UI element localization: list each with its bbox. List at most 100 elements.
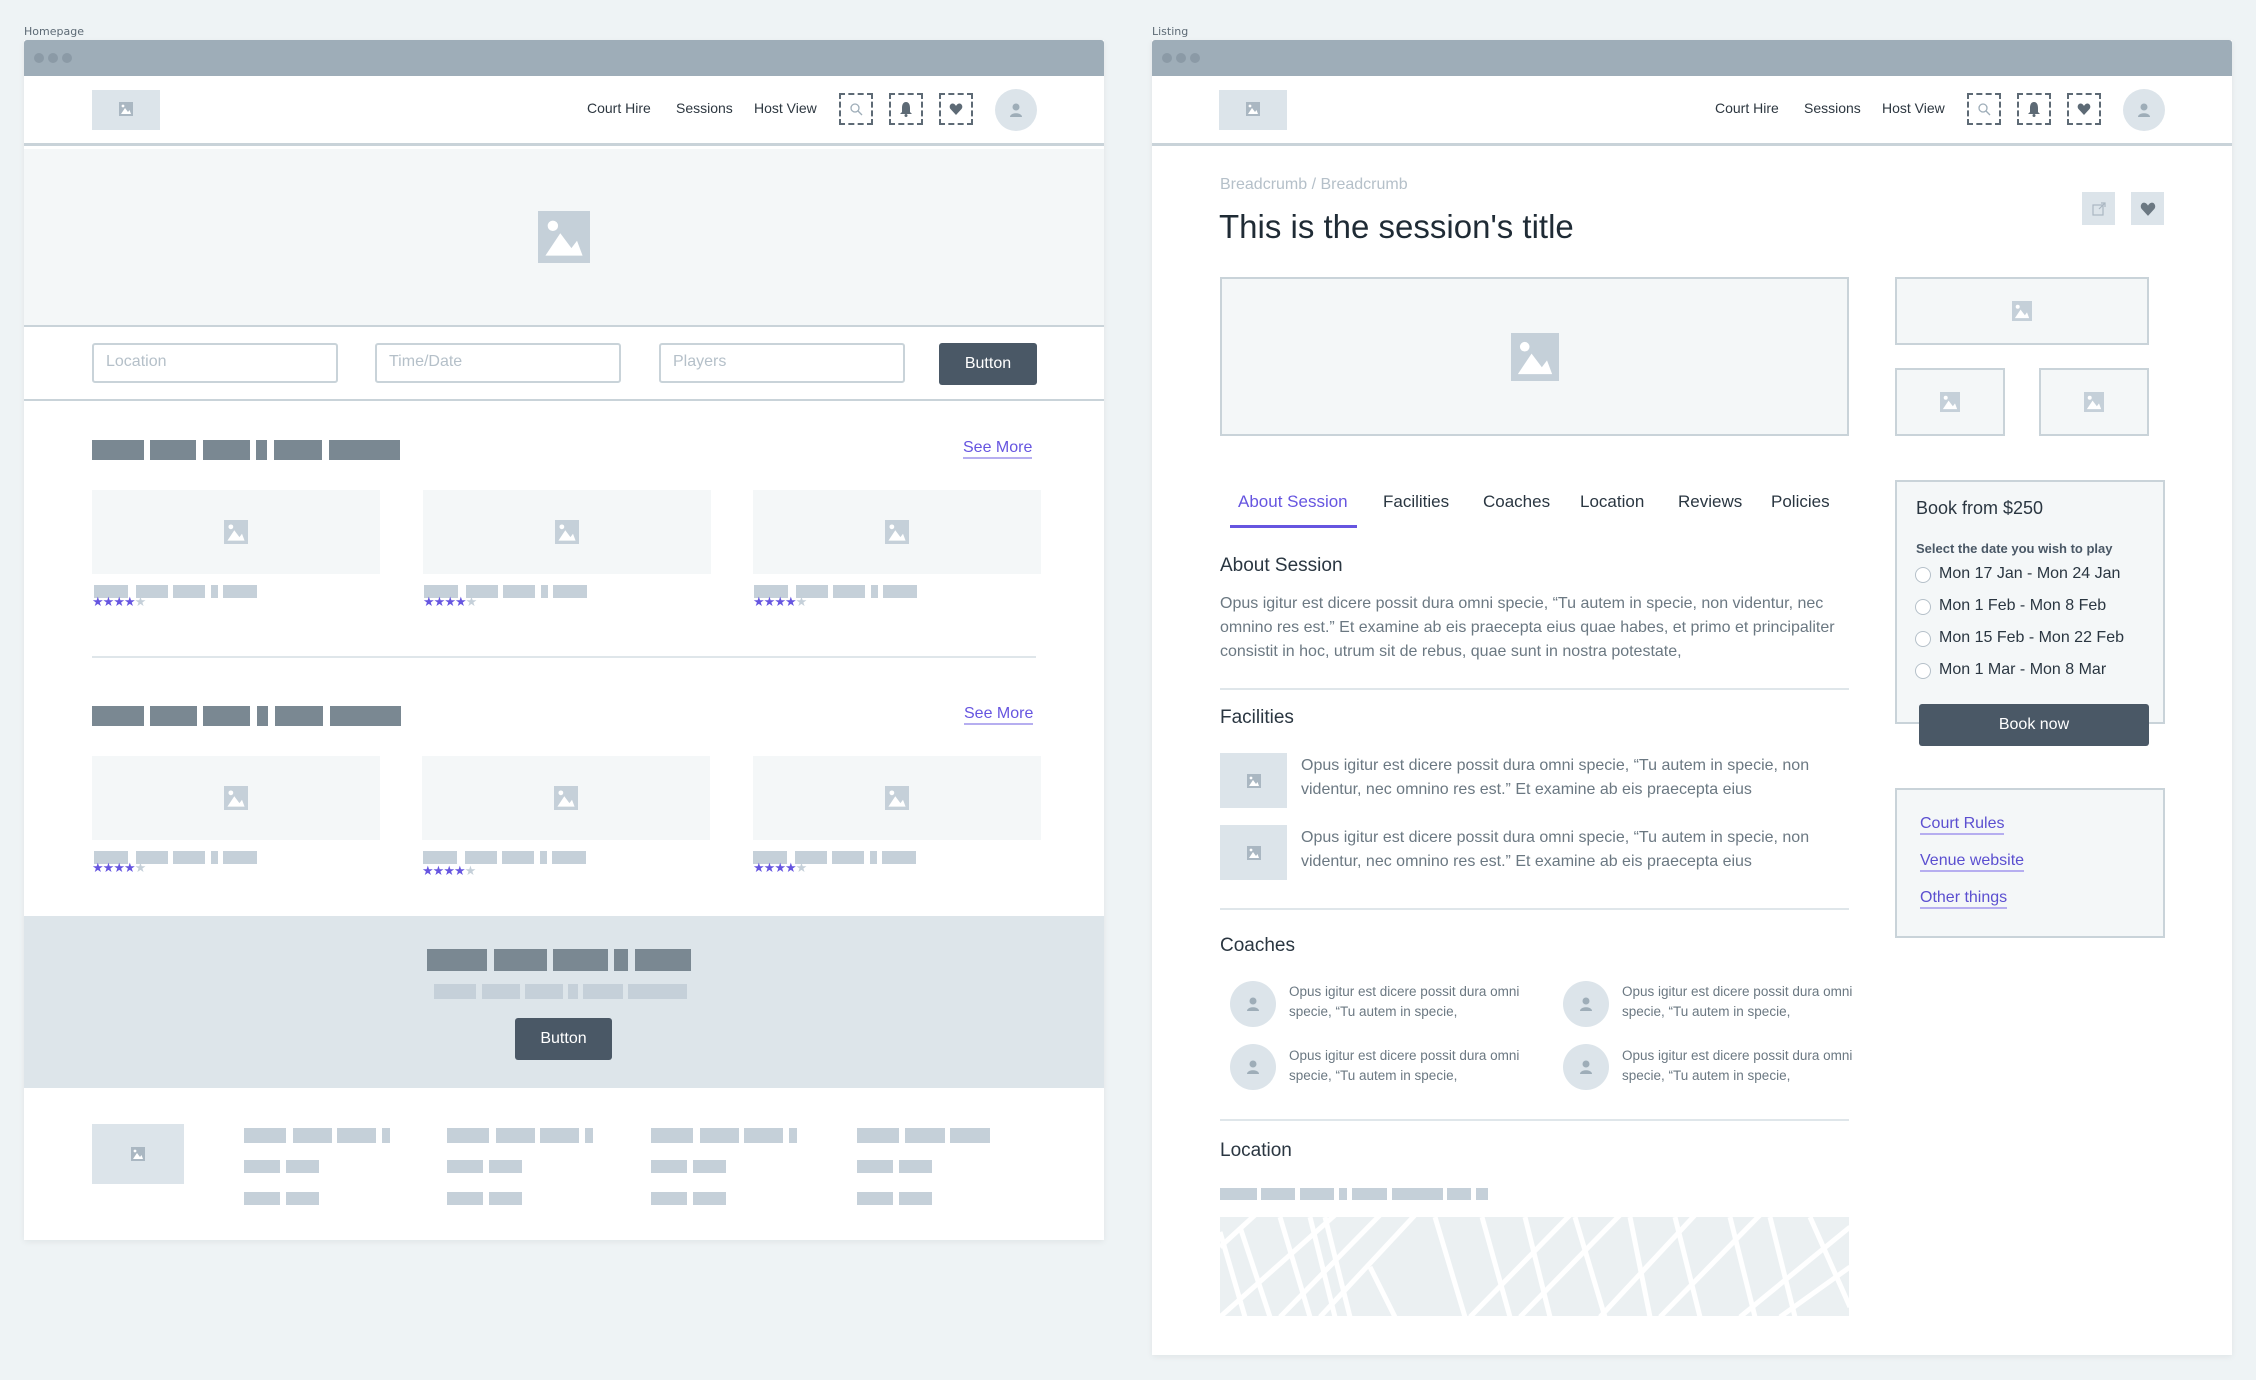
heart-icon[interactable]: [2067, 93, 2101, 125]
tab-coaches[interactable]: Coaches: [1483, 492, 1550, 512]
user-icon: [1247, 997, 1259, 1011]
facility-image: [1220, 753, 1287, 808]
image-icon: [538, 211, 590, 263]
bell-icon[interactable]: [2017, 93, 2051, 125]
date-option-label[interactable]: Mon 17 Jan - Mon 24 Jan: [1939, 565, 2120, 583]
venue-website-link[interactable]: Venue website: [1920, 852, 2025, 872]
homepage-frame: Court Hire Sessions Host View Location T…: [24, 40, 1104, 1240]
location-map[interactable]: [1220, 1217, 1849, 1316]
other-things-link[interactable]: Other things: [1920, 889, 2008, 909]
nav-sessions[interactable]: Sessions: [1804, 100, 1861, 116]
star-filled-icon: ★: [433, 595, 446, 610]
star-empty-icon: ★: [465, 595, 478, 610]
see-more-link[interactable]: See More: [963, 439, 1033, 459]
nav-court-hire[interactable]: Court Hire: [587, 100, 651, 116]
map-streets: [1220, 1217, 1849, 1316]
players-input[interactable]: Players: [659, 343, 905, 383]
coach-avatar[interactable]: [1230, 1044, 1276, 1090]
card-image[interactable]: [423, 490, 711, 574]
section-divider: [1220, 908, 1849, 910]
breadcrumb[interactable]: Breadcrumb / Breadcrumb: [1220, 176, 1408, 194]
date-radio[interactable]: [1915, 567, 1931, 583]
see-more-link[interactable]: See More: [964, 705, 1034, 725]
star-filled-icon: ★: [422, 864, 434, 879]
tab-location[interactable]: Location: [1580, 492, 1644, 512]
gallery-image[interactable]: [1895, 368, 2005, 436]
coach-avatar[interactable]: [1230, 981, 1276, 1027]
date-radio[interactable]: [1915, 599, 1931, 615]
star-filled-icon: ★: [423, 595, 435, 610]
star-rating: ★★★★★: [753, 861, 807, 876]
tab-policies[interactable]: Policies: [1771, 492, 1830, 512]
footer: [24, 1088, 1104, 1240]
tab-reviews[interactable]: Reviews: [1678, 492, 1742, 512]
bell-icon[interactable]: [889, 93, 923, 125]
user-icon: [1580, 1060, 1592, 1074]
star-filled-icon: ★: [113, 861, 125, 876]
about-text: Opus igitur est dicere possit dura omni …: [1220, 595, 1835, 660]
user-avatar[interactable]: [2123, 89, 2165, 131]
star-empty-icon: ★: [464, 864, 477, 879]
window-dot: [48, 53, 58, 63]
date-option-label[interactable]: Mon 1 Mar - Mon 8 Mar: [1939, 661, 2106, 679]
user-avatar[interactable]: [995, 89, 1037, 131]
card-image[interactable]: [753, 490, 1041, 574]
tab-facilities[interactable]: Facilities: [1383, 492, 1449, 512]
user-icon: [1010, 103, 1022, 117]
date-option-label[interactable]: Mon 1 Feb - Mon 8 Feb: [1939, 597, 2106, 615]
facilities-heading: Facilities: [1220, 707, 1294, 728]
location-input[interactable]: Location: [92, 343, 338, 383]
booking-card: Book from $250 Select the date you wish …: [1895, 480, 2165, 746]
nav-sessions[interactable]: Sessions: [676, 100, 733, 116]
coach-text: Opus igitur est dicere possit dura omni …: [1622, 984, 1853, 1019]
facility-text: Opus igitur est dicere possit dura omni …: [1301, 829, 1810, 870]
star-filled-icon: ★: [774, 861, 786, 876]
nav-court-hire[interactable]: Court Hire: [1715, 100, 1779, 116]
card-image[interactable]: [92, 756, 380, 840]
heart-icon[interactable]: [939, 93, 973, 125]
logo[interactable]: [1219, 90, 1287, 130]
facility-image: [1220, 825, 1287, 880]
search-icon[interactable]: [839, 93, 873, 125]
star-filled-icon: ★: [784, 861, 797, 876]
search-button[interactable]: Button: [939, 343, 1037, 385]
star-filled-icon: ★: [454, 595, 467, 610]
time-date-input[interactable]: Time/Date: [375, 343, 621, 383]
window-dot: [62, 53, 72, 63]
card-image[interactable]: [422, 756, 710, 840]
star-rating: ★★★★★: [422, 864, 477, 879]
section-divider: [1220, 688, 1849, 690]
date-option-label[interactable]: Mon 15 Feb - Mon 22 Feb: [1939, 629, 2124, 647]
logo[interactable]: [92, 90, 160, 130]
hero-image: [24, 149, 1104, 327]
date-prompt: Select the date you wish to play: [1916, 541, 2113, 556]
share-button[interactable]: [2082, 192, 2115, 225]
gallery-image[interactable]: [2039, 368, 2149, 436]
tab-about-session[interactable]: About Session: [1238, 492, 1348, 512]
date-radio[interactable]: [1915, 663, 1931, 679]
book-now-button[interactable]: Book now: [1919, 704, 2149, 746]
coaches-heading: Coaches: [1220, 935, 1295, 956]
star-rating: ★★★★★: [423, 595, 478, 610]
date-radio[interactable]: [1915, 631, 1931, 647]
search-icon[interactable]: [1967, 93, 2001, 125]
nav-host-view[interactable]: Host View: [1882, 100, 1945, 116]
star-filled-icon: ★: [763, 861, 776, 876]
card-image[interactable]: [753, 756, 1041, 840]
location-heading: Location: [1220, 1140, 1292, 1161]
court-rules-link[interactable]: Court Rules: [1920, 815, 2005, 835]
facility-text: Opus igitur est dicere possit dura omni …: [1301, 757, 1810, 798]
window-dot: [1190, 53, 1200, 63]
favourite-button[interactable]: [2131, 192, 2164, 225]
banner-button[interactable]: Button: [515, 1018, 612, 1060]
star-filled-icon: ★: [92, 861, 104, 876]
coach-avatar[interactable]: [1563, 1044, 1609, 1090]
gallery-image[interactable]: [1895, 277, 2149, 345]
star-filled-icon: ★: [774, 595, 786, 610]
card-image[interactable]: [92, 490, 380, 574]
nav-host-view[interactable]: Host View: [754, 100, 817, 116]
coach-avatar[interactable]: [1563, 981, 1609, 1027]
main-gallery-image[interactable]: [1220, 277, 1849, 436]
coach-text: Opus igitur est dicere possit dura omni …: [1289, 984, 1520, 1019]
active-tab-indicator: [1230, 525, 1357, 528]
